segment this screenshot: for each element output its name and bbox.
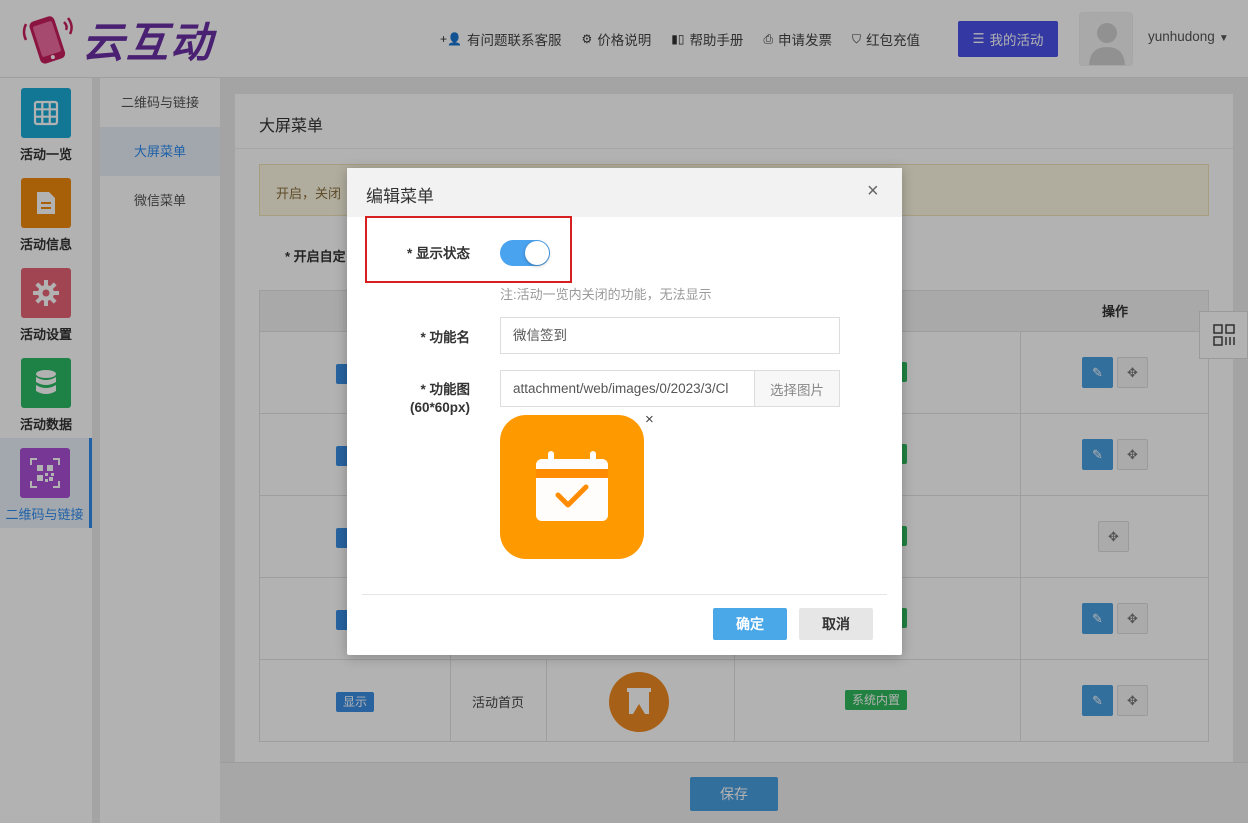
image-path-input[interactable]: attachment/web/images/0/2023/3/Cl — [500, 370, 755, 407]
dialog-header: 编辑菜单 × — [347, 168, 902, 217]
function-image-label: * 功能图 — [420, 382, 470, 397]
calendar-check-icon — [536, 451, 608, 521]
function-name-input[interactable]: 微信签到 — [500, 317, 840, 354]
dialog-title: 编辑菜单 — [366, 187, 434, 206]
close-icon[interactable]: × — [867, 180, 879, 203]
divider — [362, 594, 887, 595]
function-name-label: * 功能名 — [420, 330, 470, 345]
display-status-label: * 显示状态 — [406, 246, 470, 261]
confirm-button[interactable]: 确定 — [713, 608, 787, 640]
image-preview — [500, 415, 644, 559]
status-hint: 注:活动一览内关闭的功能，无法显示 — [500, 287, 712, 302]
function-image-size-label: (60*60px) — [409, 400, 470, 415]
display-status-toggle[interactable] — [500, 240, 550, 266]
choose-image-button[interactable]: 选择图片 — [754, 370, 840, 407]
edit-menu-dialog: 编辑菜单 × * 显示状态 注:活动一览内关闭的功能，无法显示 * 功能名 微信… — [347, 168, 902, 655]
remove-image-icon[interactable]: × — [645, 411, 654, 428]
toggle-knob — [525, 241, 549, 265]
cancel-button[interactable]: 取消 — [799, 608, 873, 640]
